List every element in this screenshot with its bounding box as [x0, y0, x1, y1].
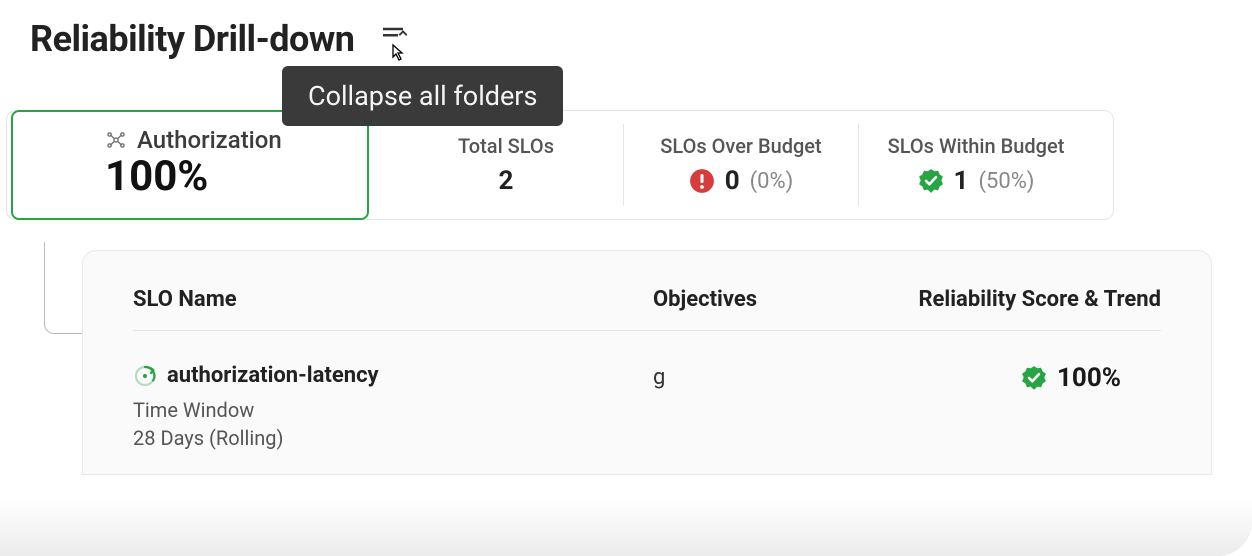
summary-score: 100% — [105, 154, 347, 200]
stat-within-count: 1 — [954, 166, 969, 196]
collapse-tooltip: Collapse all folders — [282, 66, 563, 126]
row-tw-value: 28 Days (Rolling) — [133, 426, 653, 450]
row-score-value: 100% — [1057, 363, 1121, 393]
stat-over-budget: SLOs Over Budget 0 (0%) — [623, 124, 858, 206]
row-objectives: g — [653, 363, 893, 390]
alert-icon — [689, 168, 715, 194]
summary-name: Authorization — [137, 126, 282, 154]
row-tw-label: Time Window — [133, 398, 653, 422]
col-header-objectives: Objectives — [653, 287, 893, 312]
stat-total-count: 2 — [499, 166, 514, 196]
page-title: Reliability Drill-down — [30, 18, 354, 60]
graph-node-icon — [105, 129, 127, 151]
stat-over-label: SLOs Over Budget — [660, 134, 821, 158]
stat-total: Total SLOs 2 — [389, 124, 623, 206]
stat-within-label: SLOs Within Budget — [888, 134, 1065, 158]
stat-within-pct: (50%) — [978, 169, 1034, 194]
stat-over-count: 0 — [725, 166, 740, 196]
check-badge-icon — [918, 168, 944, 194]
stat-over-pct: (0%) — [750, 169, 794, 194]
summary-row: Authorization 100% Total SLOs 2 SLOs Ove… — [6, 110, 1114, 220]
slo-gauge-icon — [133, 364, 157, 388]
score-box[interactable]: Authorization 100% — [11, 110, 369, 220]
table-row[interactable]: authorization-latency Time Window 28 Day… — [133, 331, 1161, 450]
detail-panel: SLO Name Objectives Reliability Score & … — [82, 250, 1212, 475]
check-badge-icon — [1021, 365, 1047, 391]
tree-connector — [44, 242, 82, 334]
cursor-icon — [386, 42, 410, 66]
page-shadow — [0, 496, 1252, 556]
row-name: authorization-latency — [167, 363, 379, 388]
stat-total-label: Total SLOs — [458, 134, 554, 158]
collapse-all-button[interactable] — [378, 24, 408, 58]
table-header: SLO Name Objectives Reliability Score & … — [133, 287, 1161, 331]
stat-within-budget: SLOs Within Budget 1 (50%) — [858, 124, 1093, 206]
col-header-name: SLO Name — [133, 287, 653, 312]
col-header-score: Reliability Score & Trend — [893, 287, 1161, 312]
